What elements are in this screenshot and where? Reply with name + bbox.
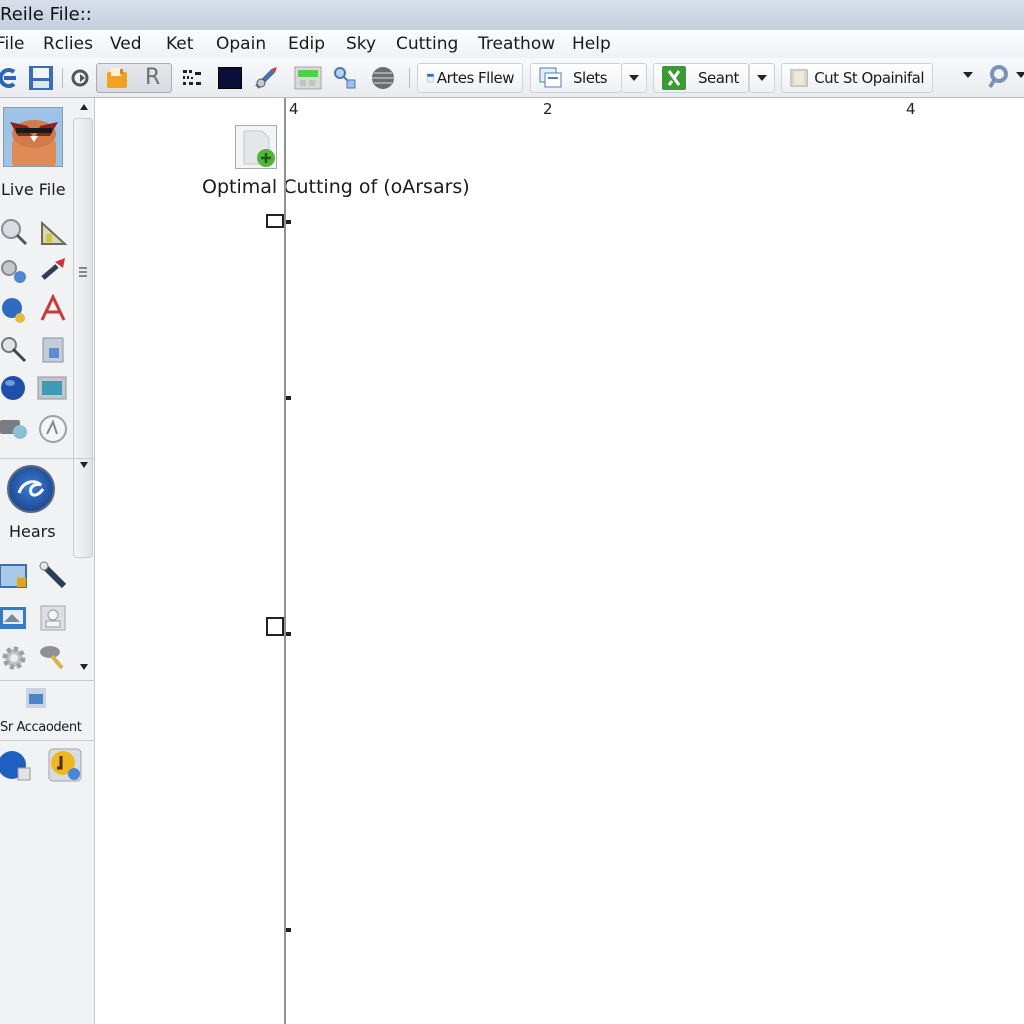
refresh-icon[interactable] bbox=[0, 64, 18, 92]
menu-bar: File Rclies Ved Ket Opain Edip Sky Cutti… bbox=[0, 30, 1024, 58]
document-title: Optimal Cutting of (oArsars) bbox=[202, 176, 470, 198]
green-panel-icon[interactable] bbox=[294, 64, 322, 92]
globe-icon[interactable] bbox=[370, 64, 396, 92]
green-x-icon bbox=[662, 66, 686, 90]
cut-st-opainifal-button[interactable]: Cut St Opainifal bbox=[781, 63, 933, 93]
seant-dropdown-button[interactable] bbox=[749, 63, 775, 93]
guide-tick bbox=[286, 632, 291, 636]
tool-icon[interactable] bbox=[253, 64, 279, 92]
film-frame-icon bbox=[790, 69, 808, 87]
menu-opain[interactable]: Opain bbox=[216, 34, 266, 54]
slets-button[interactable]: Slets bbox=[530, 63, 622, 93]
folder-icon[interactable] bbox=[106, 67, 128, 93]
sidebar-section-scroll-down-icon[interactable] bbox=[80, 664, 88, 670]
sidebar-divider bbox=[0, 458, 95, 459]
window-stack-icon bbox=[539, 67, 562, 88]
connect-icon[interactable] bbox=[332, 64, 358, 92]
magnifier-icon[interactable] bbox=[0, 218, 28, 246]
menu-rclies[interactable]: Rclies bbox=[43, 34, 93, 54]
guide-handle[interactable] bbox=[266, 214, 284, 228]
gears-icon[interactable] bbox=[0, 258, 28, 286]
cut-st-opainifal-label: Cut St Opainifal bbox=[814, 69, 924, 87]
live-file-avatar-icon[interactable] bbox=[3, 107, 63, 167]
toolbar-separator bbox=[409, 68, 410, 88]
ruler-triangle-icon[interactable] bbox=[39, 220, 68, 248]
chevron-down-icon bbox=[629, 75, 639, 81]
sidebar-scroll-down-icon[interactable] bbox=[80, 462, 88, 468]
seant-label: Seant bbox=[698, 69, 739, 87]
pen-tool-icon[interactable] bbox=[38, 560, 67, 589]
dark-square-icon[interactable] bbox=[218, 64, 242, 92]
menu-edip[interactable]: Edip bbox=[288, 34, 325, 54]
hears-logo-icon[interactable] bbox=[7, 465, 55, 513]
sidebar-divider bbox=[0, 740, 95, 741]
network-globe-icon[interactable] bbox=[0, 748, 32, 782]
menu-sky[interactable]: Sky bbox=[346, 34, 376, 54]
hammer-wrench-icon[interactable] bbox=[39, 256, 67, 284]
monitor-device-icon[interactable] bbox=[0, 414, 28, 442]
gold-badge-icon[interactable] bbox=[48, 748, 82, 782]
new-document-icon[interactable] bbox=[235, 125, 277, 169]
menu-file[interactable]: File bbox=[0, 34, 24, 54]
menu-cutting[interactable]: Cutting bbox=[396, 34, 458, 54]
tool-sidebar: Live File Hears Sr Accaodent bbox=[0, 98, 95, 1024]
globe-lock-icon[interactable] bbox=[0, 296, 28, 324]
chevron-down-icon bbox=[757, 75, 767, 81]
overflow-chevron-icon[interactable] bbox=[1016, 72, 1024, 78]
r-icon[interactable]: R bbox=[145, 65, 160, 90]
grid-icon[interactable] bbox=[180, 64, 206, 92]
document-blue-icon bbox=[427, 73, 434, 83]
user-card-icon[interactable] bbox=[39, 604, 67, 632]
guide-handle[interactable] bbox=[266, 617, 284, 636]
guide-tick bbox=[286, 220, 291, 224]
guide-tick bbox=[286, 928, 291, 932]
slets-label: Slets bbox=[573, 69, 608, 87]
hears-label: Hears bbox=[9, 522, 56, 541]
sidebar-scroll-up-icon[interactable] bbox=[80, 104, 88, 110]
menu-ket[interactable]: Ket bbox=[166, 34, 193, 54]
ruler-label: 4 bbox=[906, 100, 916, 118]
save-disk-icon[interactable] bbox=[27, 64, 55, 92]
seant-button[interactable]: Seant bbox=[653, 63, 749, 93]
key-icon[interactable] bbox=[0, 336, 28, 364]
menu-ved[interactable]: Ved bbox=[110, 34, 142, 54]
window-title: Reile File:: bbox=[0, 4, 92, 25]
artes-flew-label: Artes Fllew bbox=[436, 69, 515, 87]
text-a-icon[interactable] bbox=[39, 293, 67, 322]
accident-icon[interactable] bbox=[24, 686, 48, 710]
vertical-guide-line[interactable] bbox=[284, 98, 286, 1024]
sr-accaodent-label: Sr Accaodent bbox=[0, 720, 82, 735]
picture-frame-icon[interactable] bbox=[0, 604, 28, 632]
headset-icon[interactable] bbox=[37, 414, 67, 443]
drawing-canvas[interactable] bbox=[96, 98, 1024, 1024]
title-bar: Reile File:: bbox=[0, 0, 1024, 30]
cut-dropdown-chevron-icon[interactable] bbox=[963, 72, 973, 78]
hammer-icon[interactable] bbox=[38, 642, 66, 670]
panel-teal-icon[interactable] bbox=[37, 374, 67, 402]
folder-r-toggle-group: R bbox=[96, 63, 172, 93]
toolbar: R Artes Fllew Slets Seant Cut St Opainif… bbox=[0, 58, 1024, 98]
sidebar-divider bbox=[0, 680, 95, 681]
blue-sphere-icon[interactable] bbox=[0, 374, 28, 402]
slets-dropdown-button[interactable] bbox=[621, 63, 647, 93]
sidebar-scrollbar[interactable] bbox=[73, 118, 93, 558]
ruler-label: 4 bbox=[289, 100, 299, 118]
settings-link-icon[interactable] bbox=[986, 64, 1010, 92]
guide-tick bbox=[286, 396, 291, 400]
page-blue-icon[interactable] bbox=[39, 336, 67, 364]
back-icon[interactable] bbox=[70, 64, 90, 92]
menu-treathow[interactable]: Treathow bbox=[478, 34, 555, 54]
image-lock-icon[interactable] bbox=[0, 562, 28, 590]
cog-icon[interactable] bbox=[0, 644, 28, 672]
live-file-label: Live File bbox=[1, 180, 66, 199]
artes-flew-button[interactable]: Artes Fllew bbox=[417, 63, 523, 93]
menu-help[interactable]: Help bbox=[572, 34, 611, 54]
ruler-label: 2 bbox=[543, 100, 553, 118]
toolbar-separator bbox=[62, 68, 63, 88]
